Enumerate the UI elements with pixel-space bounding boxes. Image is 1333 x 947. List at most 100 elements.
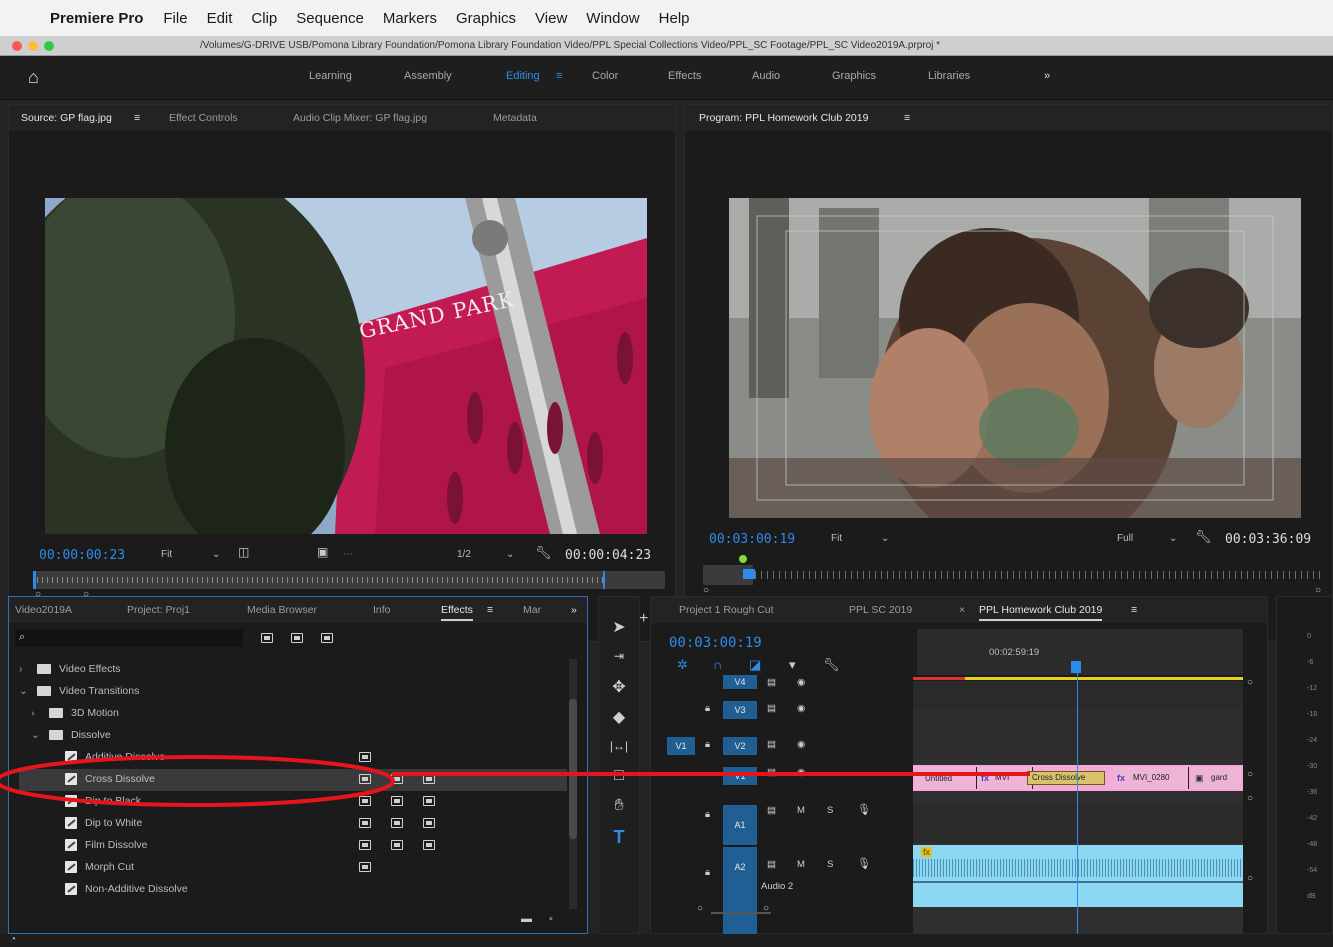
workspace-graphics[interactable]: Graphics [832, 70, 876, 82]
source-panel-menu-icon[interactable]: ≡ [134, 112, 140, 124]
track-select-tool-icon[interactable]: ⇥ [607, 649, 631, 663]
add-marker-icon[interactable]: ▾ [789, 657, 796, 673]
project-tabs-overflow-icon[interactable]: » [571, 604, 577, 616]
sync-lock-icon[interactable]: ▤ [767, 677, 776, 688]
lock-icon[interactable]: 🔒︎ [705, 809, 710, 820]
menu-graphics[interactable]: Graphics [456, 10, 516, 27]
home-icon[interactable]: ⌂ [28, 67, 39, 88]
effects-scroll-thumb[interactable] [569, 699, 577, 839]
selection-tool-icon[interactable]: ➤ [607, 617, 631, 637]
work-area-bar[interactable] [913, 677, 1243, 680]
source-timecode[interactable]: 00:00:00:23 [39, 548, 125, 563]
microphone-icon[interactable]: 🎙︎ [857, 857, 871, 870]
source-scrub-bar[interactable] [33, 571, 665, 589]
tab-video2019a[interactable]: Video2019A [15, 604, 72, 616]
timeline-playhead-line[interactable] [1077, 671, 1078, 935]
effect-morph-cut[interactable]: Morph Cut [19, 857, 579, 879]
track-a2-toggle[interactable]: A2 [723, 847, 757, 947]
workspace-editing[interactable]: Editing [506, 70, 540, 82]
clip-mvi-0280[interactable]: fx MVI_0280 [1113, 767, 1189, 789]
tab-effects[interactable]: Effects [441, 604, 473, 621]
sync-lock-icon[interactable]: ▤ [767, 767, 776, 778]
menu-edit[interactable]: Edit [207, 10, 233, 27]
program-zoom-start-handle[interactable]: ○ [703, 585, 709, 596]
solo-a1-button[interactable]: S [827, 805, 833, 816]
lock-icon[interactable]: 🔒︎ [705, 867, 710, 878]
clip-untitled[interactable]: Untitled [915, 767, 977, 789]
vertical-zoom-handle-icon[interactable]: ○ [1247, 677, 1253, 688]
zoom-end-handle[interactable]: ○ [763, 903, 769, 914]
source-patch-v1[interactable]: V1 [667, 737, 695, 755]
track-lanes[interactable]: Untitled fx MVI Cross Dissolve fx MVI_02… [913, 671, 1243, 935]
effect-cross-dissolve[interactable]: Cross Dissolve [19, 769, 567, 791]
effect-non-additive-dissolve[interactable]: Non-Additive Dissolve [19, 879, 579, 901]
lock-icon[interactable]: 🔒︎ [705, 703, 710, 714]
sync-lock-icon[interactable]: ▤ [767, 859, 776, 870]
eye-icon[interactable]: ◉ [797, 677, 805, 688]
menu-sequence[interactable]: Sequence [296, 10, 364, 27]
nest-toggle-icon[interactable]: ✲ [677, 657, 688, 673]
tab-audio-clip-mixer[interactable]: Audio Clip Mixer: GP flag.jpg [293, 112, 427, 124]
program-settings-wrench-icon[interactable]: 🔧︎ [1195, 529, 1212, 545]
effects-scrollbar[interactable] [569, 659, 577, 909]
source-resolution-chevron-icon[interactable]: ⌄ [506, 549, 514, 560]
program-marker[interactable] [739, 555, 747, 563]
lock-icon[interactable]: 🔒︎ [705, 739, 710, 750]
effect-dip-to-black[interactable]: Dip to Black [19, 791, 579, 813]
chevron-down-icon[interactable]: ⌄ [31, 729, 40, 741]
audio-clip-a2[interactable]: fx [913, 845, 1243, 907]
audio-volume-line[interactable] [913, 881, 1243, 883]
sync-lock-icon[interactable]: ▤ [767, 703, 776, 714]
workspace-effects[interactable]: Effects [668, 70, 701, 82]
chevron-right-icon[interactable]: › [31, 707, 35, 719]
track-v1-toggle[interactable]: V1 [723, 767, 757, 785]
eye-icon[interactable]: ◉ [797, 739, 805, 750]
timeline-timecode[interactable]: 00:03:00:19 [669, 635, 762, 651]
new-bin-icon[interactable]: ▬ [521, 913, 532, 925]
workspace-libraries[interactable]: Libraries [928, 70, 970, 82]
effects-search-input[interactable] [33, 630, 239, 645]
effect-dip-to-white[interactable]: Dip to White [19, 813, 579, 835]
track-v3-toggle[interactable]: V3 [723, 701, 757, 719]
program-resolution-select[interactable]: Full [1117, 533, 1133, 544]
microphone-icon[interactable]: 🎙︎ [857, 803, 871, 816]
workspace-audio[interactable]: Audio [752, 70, 780, 82]
hand-tool-icon[interactable]: ✋︎ [607, 797, 631, 815]
program-video-frame[interactable] [729, 198, 1301, 518]
track-v4-toggle[interactable]: V4 [723, 675, 757, 689]
workspace-assembly[interactable]: Assembly [404, 70, 452, 82]
vertical-zoom-handle-icon[interactable]: ○ [1247, 873, 1253, 884]
source-export-frame-icon[interactable]: ▣ [317, 545, 328, 559]
tab-info[interactable]: Info [373, 604, 391, 616]
source-playhead[interactable] [33, 571, 36, 589]
source-more-icon[interactable]: ⋯ [343, 549, 353, 560]
workspace-color[interactable]: Color [592, 70, 618, 82]
mute-a1-button[interactable]: M [797, 805, 805, 816]
program-scrub-bar[interactable] [703, 553, 1325, 587]
minimize-window-button[interactable] [28, 41, 38, 51]
mute-a2-button[interactable]: M [797, 859, 805, 870]
workspaces-overflow-icon[interactable]: » [1044, 70, 1050, 82]
tab-metadata[interactable]: Metadata [493, 112, 537, 124]
slip-tool-icon[interactable]: |↔| [607, 739, 631, 753]
program-playhead[interactable] [743, 569, 755, 579]
source-fit-chevron-icon[interactable]: ⌄ [212, 549, 220, 560]
zoom-start-handle[interactable]: ○ [697, 903, 703, 914]
eye-icon[interactable]: ◉ [797, 703, 805, 714]
menu-view[interactable]: View [535, 10, 567, 27]
menu-window[interactable]: Window [586, 10, 639, 27]
program-resolution-chevron-icon[interactable]: ⌄ [1169, 533, 1177, 544]
menu-file[interactable]: File [163, 10, 187, 27]
clip-gard[interactable]: ▣ gard [1191, 767, 1241, 789]
tab-effect-controls[interactable]: Effect Controls [169, 112, 238, 124]
sync-lock-icon[interactable]: ▤ [767, 739, 776, 750]
chevron-right-icon[interactable]: › [19, 663, 23, 675]
menu-clip[interactable]: Clip [251, 10, 277, 27]
vertical-zoom-handle-icon[interactable]: ○ [1247, 769, 1253, 780]
effect-film-dissolve[interactable]: Film Dissolve [19, 835, 579, 857]
solo-a2-button[interactable]: S [827, 859, 833, 870]
timeline-settings-wrench-icon[interactable]: 🔧︎ [823, 657, 840, 673]
yuv-effects-filter-icon[interactable] [321, 633, 333, 643]
tree-item-3d-motion[interactable]: › 3D Motion [19, 703, 579, 725]
source-fit-select[interactable]: Fit [161, 549, 172, 560]
